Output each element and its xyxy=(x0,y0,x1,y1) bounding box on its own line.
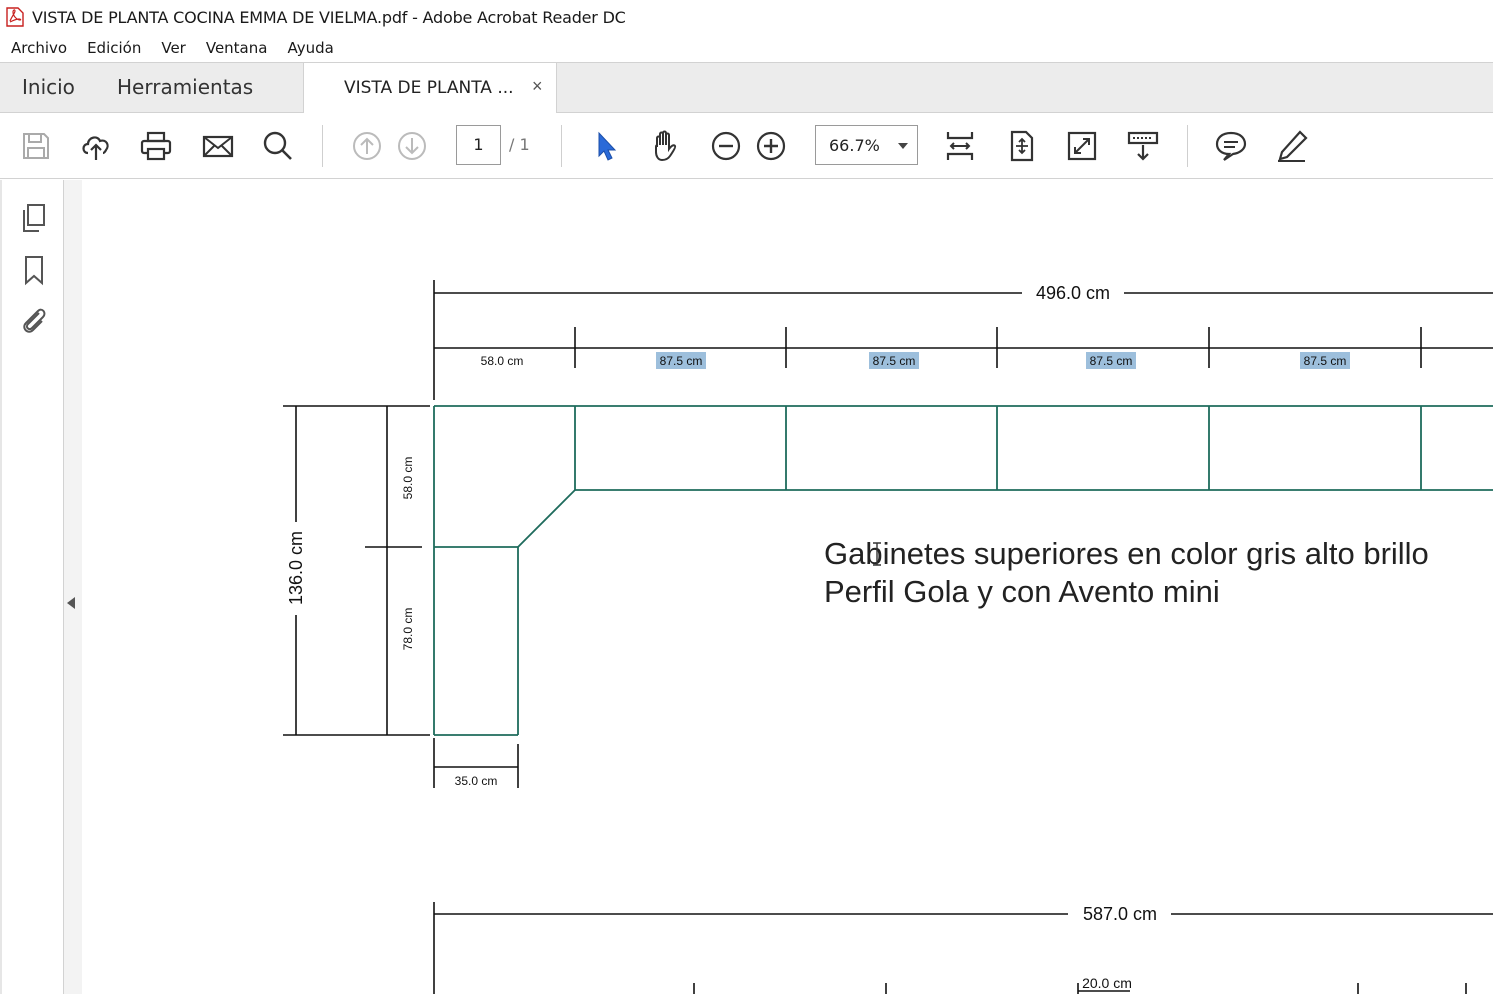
close-tab-icon[interactable]: × xyxy=(532,76,543,97)
save-icon[interactable] xyxy=(19,129,53,163)
toolbar-separator xyxy=(1187,125,1188,167)
pdf-page[interactable] xyxy=(82,180,1493,994)
acrobat-window: VISTA DE PLANTA COCINA EMMA DE VIELMA.pd… xyxy=(0,0,1493,994)
bookmark-icon[interactable] xyxy=(18,254,50,286)
title-bar: VISTA DE PLANTA COCINA EMMA DE VIELMA.pd… xyxy=(0,0,1493,34)
page-down-icon[interactable] xyxy=(395,129,429,163)
menu-edicion[interactable]: Edición xyxy=(87,39,141,57)
page-total: / 1 xyxy=(509,135,530,154)
zoom-out-icon[interactable] xyxy=(709,129,743,163)
tab-home[interactable]: Inicio xyxy=(22,75,75,99)
toolbar: 1 / 1 66.7% xyxy=(0,113,1493,179)
pdf-file-icon xyxy=(6,7,24,27)
toolbar-separator xyxy=(561,125,562,167)
tab-document[interactable]: VISTA DE PLANTA ... × xyxy=(303,63,557,114)
comment-icon[interactable] xyxy=(1214,129,1248,163)
page-number-input[interactable]: 1 xyxy=(456,125,501,165)
collapse-panel-icon[interactable] xyxy=(67,597,75,609)
chevron-down-icon[interactable] xyxy=(898,143,908,149)
zoom-value: 66.7% xyxy=(829,136,880,155)
email-icon[interactable] xyxy=(201,129,235,163)
pages-icon[interactable] xyxy=(18,202,50,234)
select-cursor-icon[interactable] xyxy=(589,129,623,163)
menu-ver[interactable]: Ver xyxy=(161,39,186,57)
tab-tools[interactable]: Herramientas xyxy=(117,75,253,99)
menu-ayuda[interactable]: Ayuda xyxy=(287,39,333,57)
menu-ventana[interactable]: Ventana xyxy=(206,39,268,57)
print-icon[interactable] xyxy=(139,129,173,163)
window-title: VISTA DE PLANTA COCINA EMMA DE VIELMA.pd… xyxy=(32,7,626,27)
hand-icon[interactable] xyxy=(648,129,682,163)
navigation-pane xyxy=(0,180,64,994)
pen-icon[interactable] xyxy=(1275,129,1309,163)
attachment-icon[interactable] xyxy=(18,304,50,336)
toolbar-separator xyxy=(322,125,323,167)
search-icon[interactable] xyxy=(261,129,295,163)
tab-bar: Inicio Herramientas VISTA DE PLANTA ... … xyxy=(0,62,1493,114)
tab-document-label: VISTA DE PLANTA ... xyxy=(344,78,514,98)
fit-width-icon[interactable] xyxy=(943,129,977,163)
full-screen-icon[interactable] xyxy=(1065,129,1099,163)
zoom-in-icon[interactable] xyxy=(754,129,788,163)
menu-bar: Archivo Edición Ver Ventana Ayuda xyxy=(0,34,1493,62)
zoom-select[interactable]: 66.7% xyxy=(815,125,918,165)
scroll-mode-icon[interactable] xyxy=(1126,129,1160,163)
page-up-icon[interactable] xyxy=(350,129,384,163)
cloud-upload-icon[interactable] xyxy=(79,129,113,163)
fit-page-icon[interactable] xyxy=(1005,129,1039,163)
menu-archivo[interactable]: Archivo xyxy=(11,39,67,57)
